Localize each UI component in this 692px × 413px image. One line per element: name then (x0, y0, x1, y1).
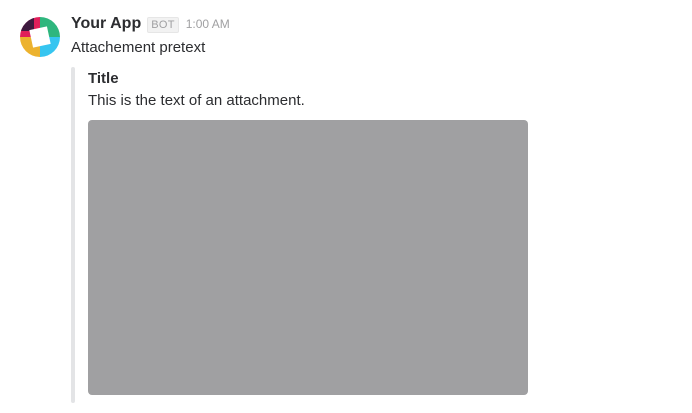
bot-badge: BOT (147, 17, 179, 33)
message: Your App BOT 1:00 AM Attachement pretext… (0, 0, 692, 413)
attachment-pretext: Attachement pretext (71, 39, 206, 56)
attachment-color-bar (71, 67, 75, 403)
slack-logo-icon (20, 17, 60, 57)
attachment-text: This is the text of an attachment. (88, 92, 305, 109)
attachment-body: Title This is the text of an attachment. (88, 67, 528, 395)
attachment-title: Title (88, 70, 119, 87)
message-header: Your App BOT 1:00 AM (71, 15, 682, 37)
sender-name[interactable]: Your App (71, 15, 141, 33)
message-content: Your App BOT 1:00 AM Attachement pretext… (71, 15, 682, 403)
message-timestamp[interactable]: 1:00 AM (186, 17, 230, 31)
attachment-image[interactable] (88, 120, 528, 395)
app-avatar[interactable] (20, 17, 60, 57)
